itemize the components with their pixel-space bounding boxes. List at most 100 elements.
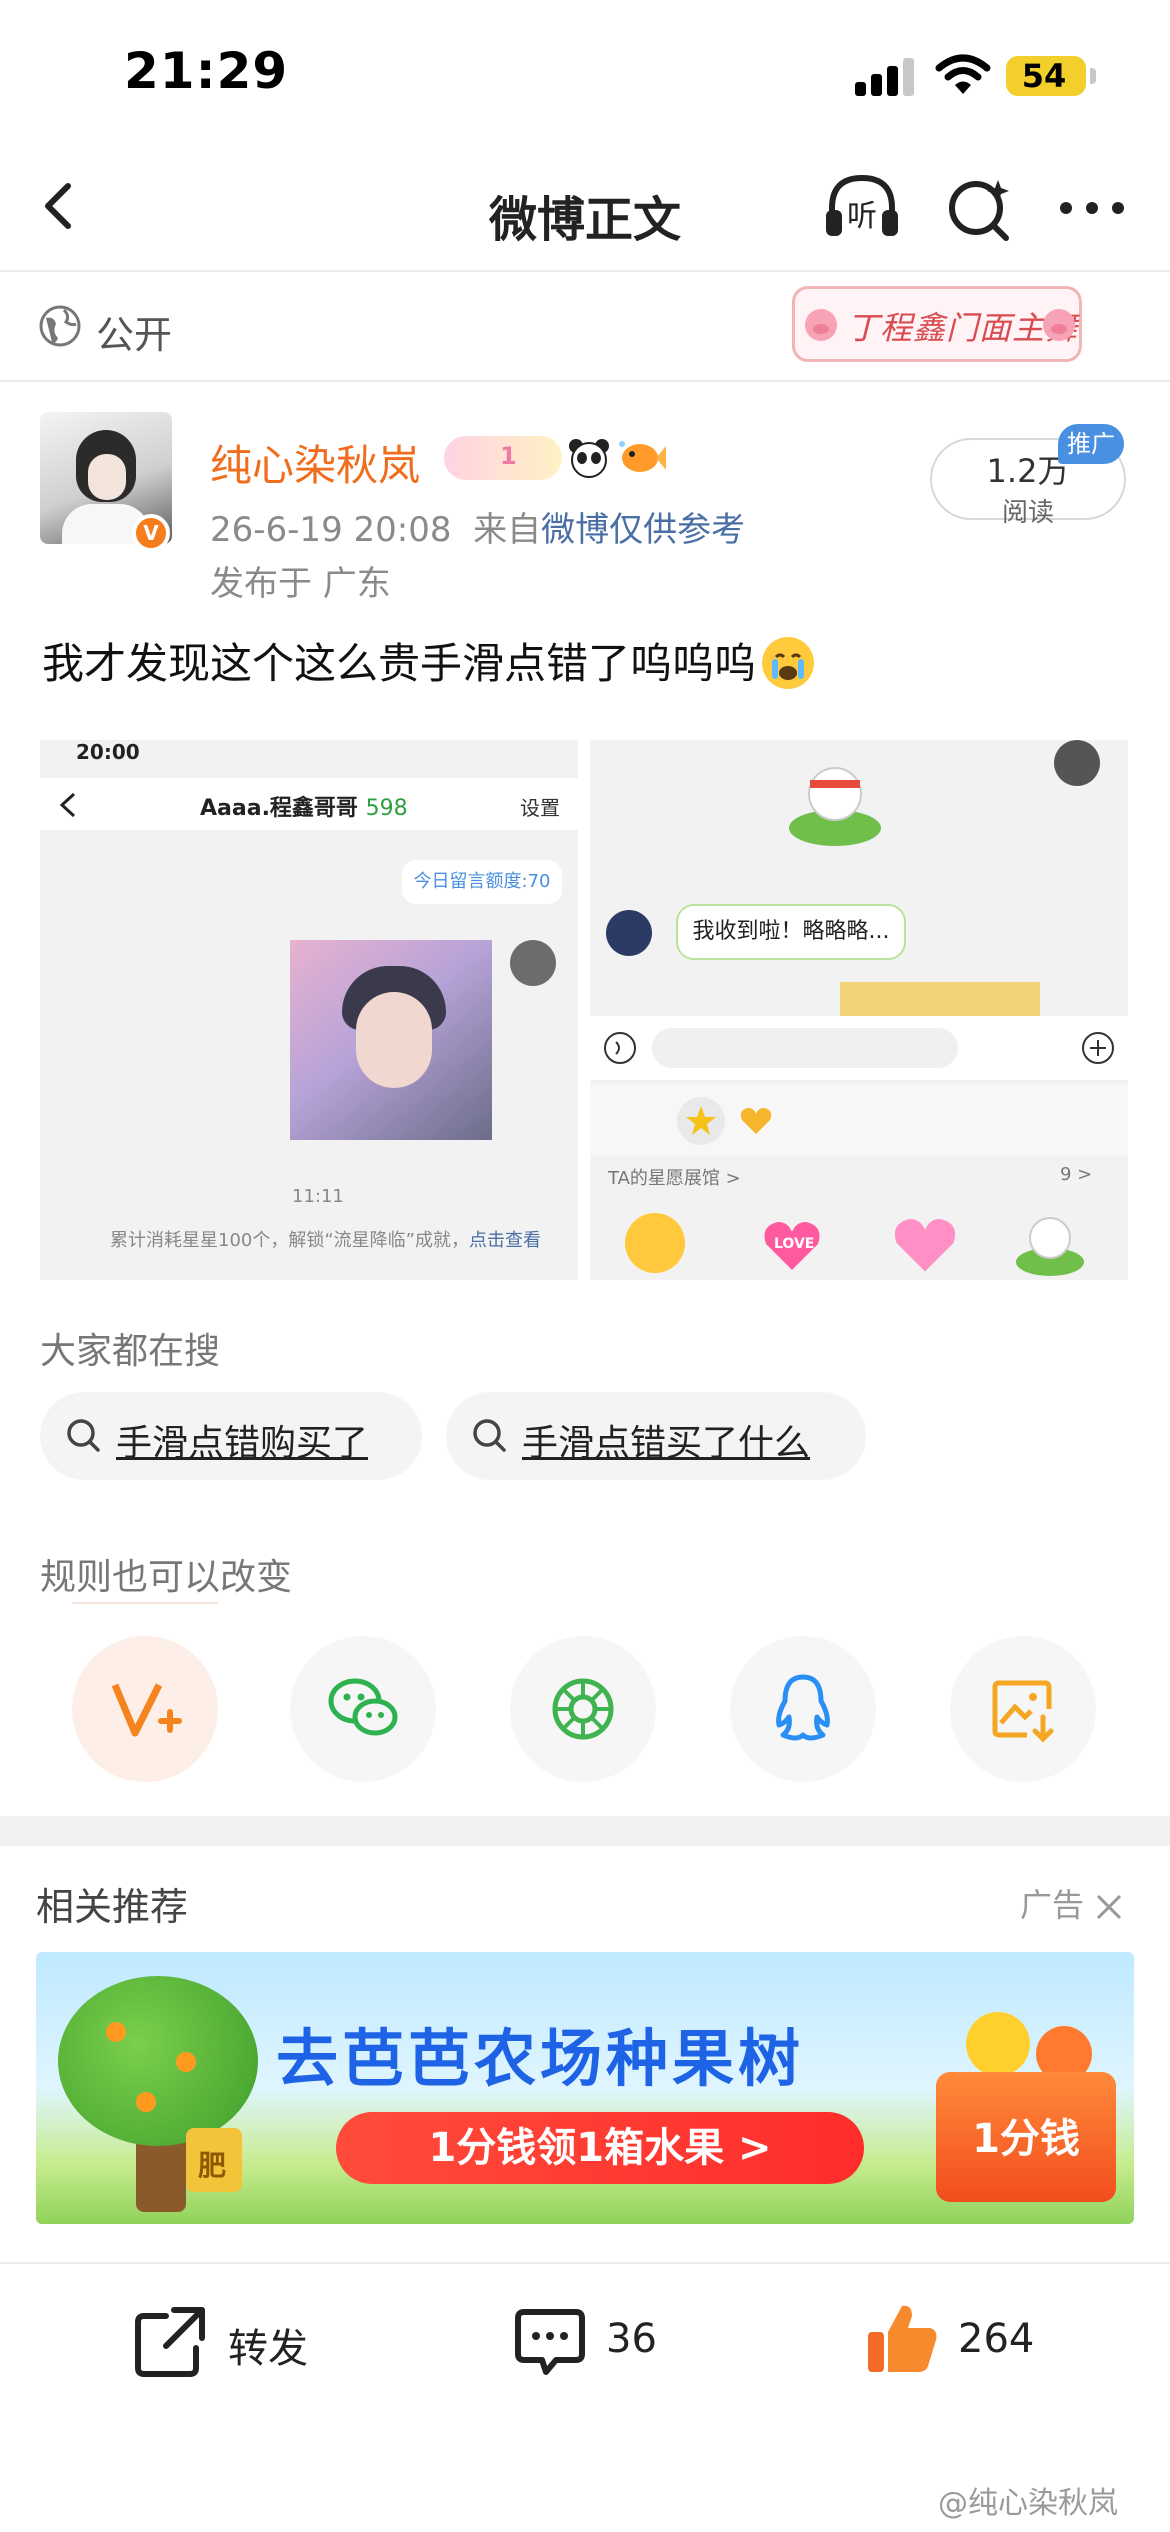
comment-count: 36 — [606, 2316, 657, 2362]
save-image-button[interactable] — [950, 1636, 1096, 1782]
status-bar: 21:29 54 — [0, 0, 1170, 150]
kiss-emoji-sticker — [625, 1213, 685, 1273]
zongzi-rabbit-sticker — [789, 767, 881, 846]
screenshot-back-icon — [59, 792, 76, 818]
screenshot-sticker-tabs — [590, 1084, 1128, 1156]
like-button[interactable]: 264 — [862, 2296, 1062, 2388]
screenshot-gallery-label: TA的星愿展馆 > — [608, 1168, 741, 1189]
qq-penguin-icon — [776, 1674, 830, 1741]
share-wechat-button[interactable] — [290, 1636, 436, 1782]
ad-label[interactable]: 广告 — [1020, 1880, 1124, 1926]
post-image-2[interactable]: 我收到啦！略略略... TA的星愿展馆 > 9 > LOVE — [590, 740, 1128, 1280]
save-image-icon — [992, 1680, 1054, 1743]
screenshot-title-name: Aaaa.程鑫哥哥 — [200, 796, 358, 821]
screenshot-title-count: 598 — [365, 796, 408, 821]
post-text-content: 我才发现这个这么贵手滑点错了呜呜呜 — [42, 639, 757, 688]
screenshot-text-input — [652, 1028, 958, 1068]
search-chip-2[interactable]: 手滑点错买了什么 — [446, 1392, 866, 1480]
fan-tag-sticker[interactable]: 丁程鑫门面主舞 — [792, 286, 1082, 362]
crying-face-icon — [762, 636, 815, 689]
pig-icon — [805, 309, 837, 341]
battery-icon: 54 — [1006, 56, 1086, 96]
ad-cta-button[interactable]: 1分钱领1箱水果 > — [336, 2112, 864, 2184]
verified-badge-icon: V — [132, 514, 170, 552]
screenshot-plus-icon — [1082, 1032, 1114, 1064]
comment-button[interactable]: 36 — [510, 2296, 710, 2388]
share-qq-button[interactable] — [730, 1636, 876, 1782]
post-timestamp: 26-6-19 20:08 — [210, 510, 452, 550]
repost-icon — [135, 2307, 205, 2377]
search-icon[interactable] — [940, 170, 1020, 246]
screenshot-heart-tab-icon — [740, 1108, 772, 1134]
photo-face — [356, 992, 432, 1088]
close-icon — [1097, 1894, 1122, 1920]
screenshot-notice: 累计消耗星星100个，解锁“流星降临”成就，点击查看 — [110, 1226, 541, 1252]
like-count: 264 — [958, 2316, 1035, 2362]
screenshot-gallery-count: 9 > — [1060, 1164, 1093, 1185]
fertilizer-pot-icon: 肥 — [186, 2128, 242, 2192]
screenshot-quota-bubble: 今日留言额度:70 — [402, 860, 562, 904]
screenshot-voice-icon — [604, 1032, 636, 1064]
ad-banner[interactable]: 肥 去芭芭农场种果树 1分钱领1箱水果 > 1分钱 — [36, 1952, 1134, 2224]
moments-icon — [552, 1678, 614, 1740]
source-link[interactable]: 微博仅供参考 — [541, 510, 745, 550]
fertilizer-pot-label: 肥 — [198, 2149, 227, 2182]
fruit-box-icon: 1分钱 — [936, 2072, 1116, 2202]
screenshot-notice-text: 累计消耗星星100个，解锁“流星降临”成就， — [110, 1230, 470, 1251]
screenshot-chat-bubble: 我收到啦！略略略... — [676, 904, 906, 960]
fruit-dot — [176, 2052, 196, 2072]
source-prefix: 来自 — [473, 510, 542, 550]
screenshot-avatar — [606, 910, 652, 956]
thumbs-up-icon — [868, 2305, 937, 2372]
promo-badge: 推广 — [1058, 424, 1124, 464]
lemon-icon — [966, 2012, 1030, 2076]
search-chip-label: 手滑点错买了什么 — [522, 1423, 811, 1464]
share-weibo-button[interactable] — [72, 1636, 218, 1782]
screenshot-avatar — [510, 940, 556, 986]
love-heart-text: LOVE — [774, 1236, 815, 1252]
search-chip-1[interactable]: 手滑点错购买了 — [40, 1392, 422, 1480]
action-bar-divider — [0, 2262, 1170, 2264]
repost-button[interactable]: 转发 — [130, 2296, 330, 2388]
ad-headline: 去芭芭农场种果树 — [276, 2022, 805, 2095]
author-name[interactable]: 纯心染秋岚 — [210, 432, 420, 493]
love-heart-sticker: LOVE — [760, 1212, 824, 1276]
fan-medal-level: 1 — [500, 442, 517, 470]
wechat-icon — [328, 1678, 398, 1736]
battery-level: 54 — [1021, 57, 1067, 95]
post-image-1[interactable]: 20:00 Aaaa.程鑫哥哥 598 设置 今日留言额度:70 11:11 累… — [40, 740, 578, 1280]
status-time: 21:29 — [124, 42, 289, 100]
panda-icon — [569, 439, 609, 478]
nav-bar: 微博正文 听 — [0, 150, 1170, 272]
listen-label: 听 — [847, 199, 877, 234]
pink-heart-sticker — [894, 1218, 956, 1272]
post-text: 我才发现这个这么贵手滑点错了呜呜呜 — [42, 630, 815, 693]
screenshot-avatar — [1054, 740, 1100, 786]
visibility-label: 公开 — [96, 313, 173, 357]
comment-icon — [515, 2309, 585, 2375]
wifi-icon — [935, 54, 991, 94]
battery-tip — [1090, 68, 1096, 84]
screenshot-settings: 设置 — [520, 796, 560, 820]
globe-icon — [39, 305, 81, 347]
more-icon[interactable] — [1052, 170, 1132, 246]
ad-label-text: 广告 — [1020, 1886, 1085, 1924]
headphones-icon: 听 — [826, 174, 898, 236]
weibo-share-icon — [111, 1683, 182, 1737]
goldfish-icon — [619, 441, 666, 472]
repost-label: 转发 — [228, 2326, 308, 2372]
screenshot-photo — [290, 940, 492, 1140]
screenshot-star-tab-icon — [677, 1097, 725, 1145]
reads-label: 阅读 — [1001, 498, 1054, 528]
visibility-row: 公开 丁程鑫门面主舞 — [0, 272, 1170, 382]
screenshot-title: Aaaa.程鑫哥哥 598 — [200, 790, 408, 822]
avatar-face — [88, 454, 126, 500]
zongzi-rabbit-small-sticker — [1016, 1217, 1084, 1276]
post-location: 发布于 广东 — [210, 564, 391, 604]
fruit-box-label: 1分钱 — [972, 2116, 1080, 2162]
screenshot-time: 11:11 — [292, 1186, 344, 1207]
share-moments-button[interactable] — [510, 1636, 656, 1782]
fan-medal-badge[interactable]: 1 — [444, 436, 562, 480]
trending-search-title: 大家都在搜 — [40, 1331, 221, 1372]
listen-button[interactable]: 听 — [822, 170, 902, 246]
